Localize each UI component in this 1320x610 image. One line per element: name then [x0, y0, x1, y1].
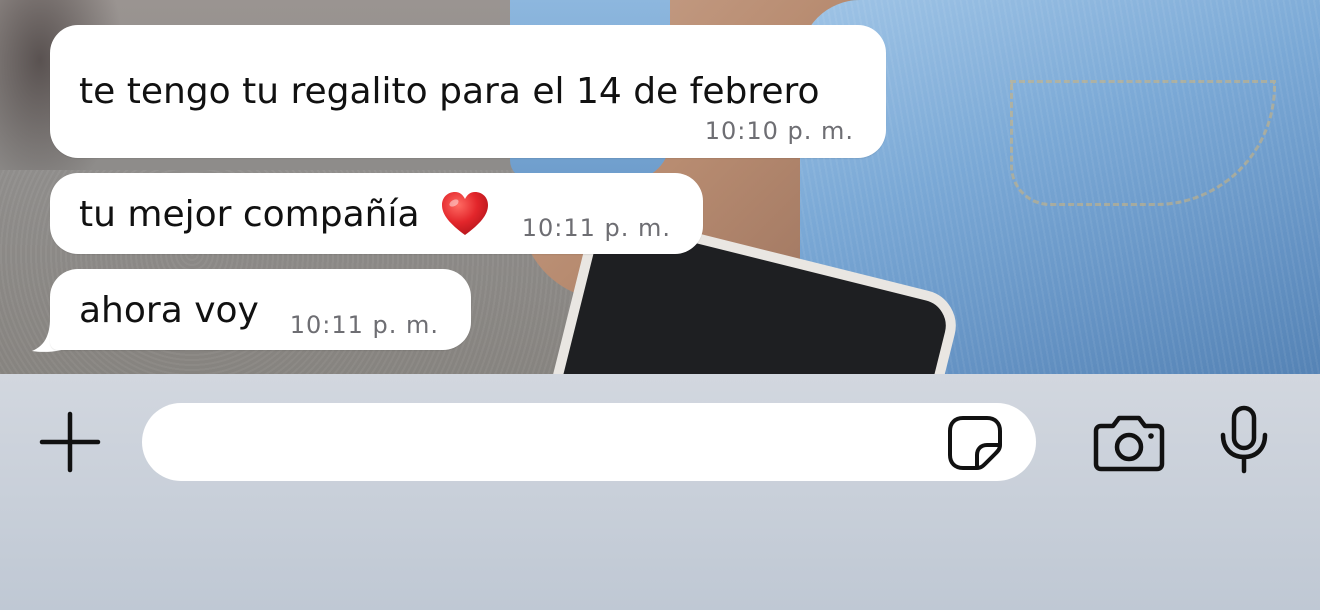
camera-icon	[1093, 415, 1165, 472]
sticker-button[interactable]	[946, 414, 1004, 472]
message-text: te tengo tu regalito para el 14 de febre…	[79, 71, 820, 112]
message-bubble[interactable]: tu mejor compañía 10:11 p. m.	[50, 173, 703, 254]
message-text: tu mejor compañía	[79, 194, 420, 235]
message-timestamp: 10:11 p. m.	[289, 311, 439, 339]
chat-screen: te tengo tu regalito para el 14 de febre…	[0, 0, 1320, 610]
microphone-icon	[1220, 405, 1268, 474]
message-bubble[interactable]: te tengo tu regalito para el 14 de febre…	[50, 25, 886, 158]
message-bubble[interactable]: ahora voy 10:11 p. m.	[50, 269, 471, 350]
attach-button[interactable]	[36, 408, 104, 476]
red-heart-emoji-icon	[442, 192, 488, 235]
sticker-icon	[948, 416, 1002, 470]
plus-icon	[39, 411, 101, 473]
message-input-field[interactable]	[142, 403, 1036, 483]
camera-button[interactable]	[1090, 410, 1168, 474]
message-text: ahora voy	[79, 290, 259, 331]
microphone-button[interactable]	[1214, 404, 1274, 476]
message-input[interactable]	[174, 403, 930, 483]
message-timestamp: 10:11 p. m.	[521, 214, 671, 242]
message-timestamp: 10:10 p. m.	[704, 117, 854, 145]
